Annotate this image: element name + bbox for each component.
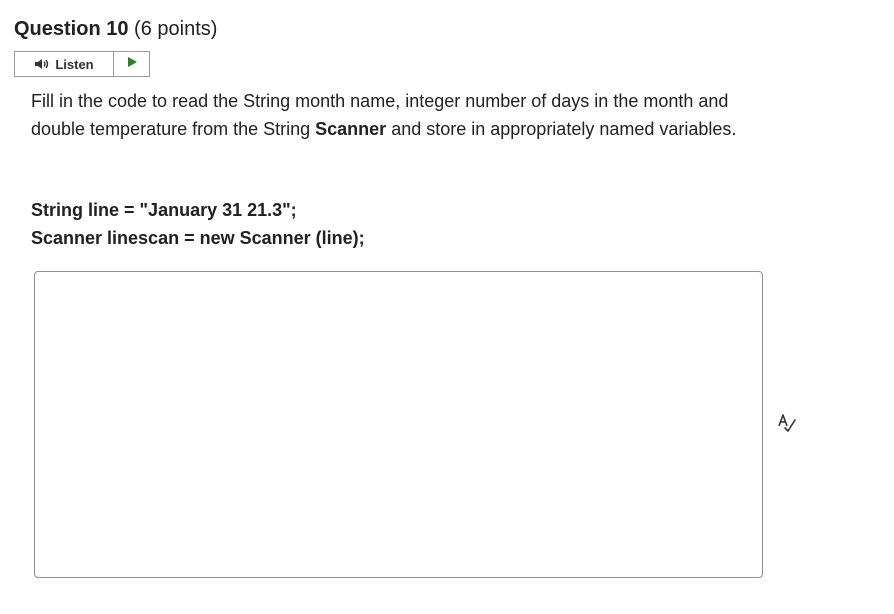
- question-points: (6 points): [134, 18, 218, 40]
- code-line-1: String line = "January 31 21.3";: [31, 200, 297, 220]
- play-button[interactable]: [114, 52, 149, 76]
- listen-button[interactable]: Listen: [15, 52, 114, 76]
- question-prompt: Fill in the code to read the String mont…: [31, 88, 751, 143]
- prompt-bold-word: Scanner: [315, 118, 387, 139]
- speaker-icon: [34, 58, 50, 70]
- listen-label: Listen: [55, 56, 94, 72]
- play-icon: [126, 55, 138, 73]
- code-snippet: String line = "January 31 21.3"; Scanner…: [31, 197, 365, 252]
- answer-textarea[interactable]: [34, 271, 763, 578]
- code-line-2: Scanner linescan = new Scanner (line);: [31, 227, 365, 248]
- prompt-text-part2: and store in appropriately named variabl…: [386, 118, 737, 139]
- question-title: Question 10: [14, 18, 129, 40]
- question-header: Question 10 (6 points): [14, 16, 217, 42]
- listen-widget: Listen: [14, 51, 150, 77]
- spellcheck-icon[interactable]: [776, 412, 798, 434]
